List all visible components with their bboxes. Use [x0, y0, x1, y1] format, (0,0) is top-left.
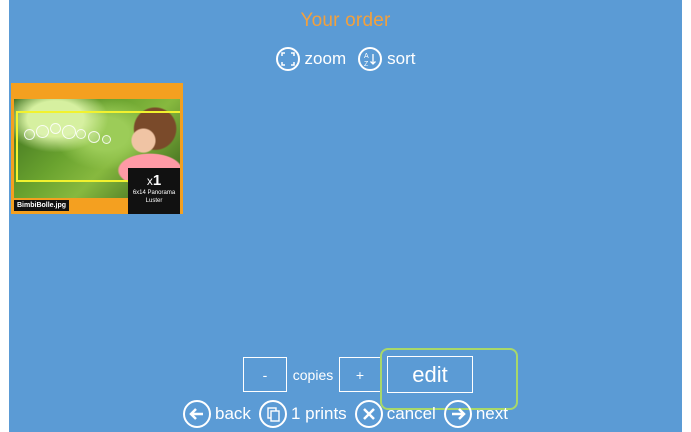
zoom-frame-icon	[275, 47, 300, 71]
sort-label: sort	[387, 49, 416, 68]
sort-button[interactable]: A Z sort	[358, 47, 415, 71]
svg-text:A: A	[364, 53, 369, 60]
next-button[interactable]: next	[443, 400, 508, 428]
prints-label: 1 prints	[290, 404, 347, 423]
copies-label: copies	[292, 366, 334, 383]
page-title: Your order	[300, 10, 391, 31]
cancel-button[interactable]: cancel	[354, 400, 436, 428]
prints-icon	[258, 400, 287, 428]
zoom-label: zoom	[304, 49, 347, 68]
bottom-toolbar: back 1 prints cancel next	[0, 400, 691, 428]
arrow-right-icon	[443, 400, 472, 428]
print-format: 6x14 Panorama	[132, 190, 176, 196]
sort-az-icon: A Z	[358, 47, 383, 71]
back-label: back	[215, 404, 251, 423]
svg-text:Z: Z	[364, 61, 369, 67]
back-button[interactable]: back	[183, 400, 251, 428]
print-finish: Luster	[145, 198, 163, 204]
top-toolbar: zoom A Z sort	[0, 47, 691, 71]
close-icon	[354, 400, 383, 428]
arrow-left-icon	[183, 400, 212, 428]
decrease-copies-button[interactable]: -	[243, 357, 287, 392]
copies-controls: - copies + edit	[243, 356, 473, 393]
prints-button[interactable]: 1 prints	[258, 400, 347, 428]
quantity-value: 1	[152, 172, 162, 189]
zoom-button[interactable]: zoom	[275, 47, 347, 71]
quantity-badge: x1 6x14 Panorama Luster	[128, 168, 180, 214]
increase-copies-button[interactable]: +	[339, 357, 381, 392]
order-item-card[interactable]: x1 6x14 Panorama Luster BimbiBolle.jpg	[11, 83, 183, 214]
next-label: next	[475, 404, 508, 423]
edit-button[interactable]: edit	[387, 356, 473, 393]
cancel-label: cancel	[386, 404, 436, 423]
file-name: BimbiBolle.jpg	[14, 200, 69, 211]
